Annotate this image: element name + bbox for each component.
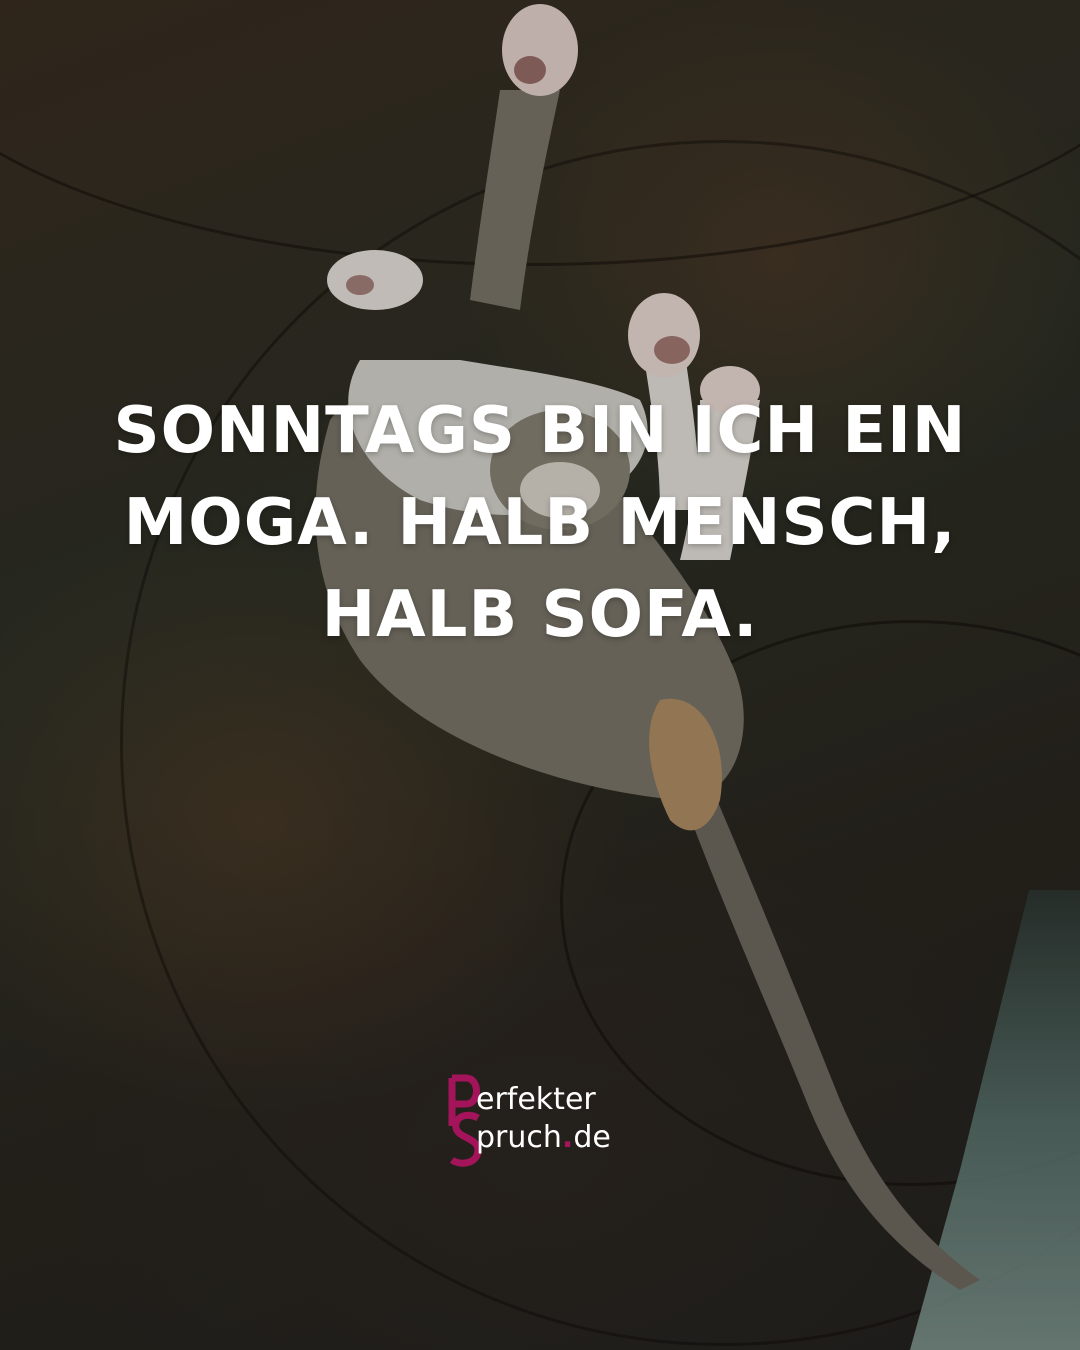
perfekter-spruch-logo: erfekter pruch.de	[448, 1074, 648, 1174]
logo-word-spruch: pruch	[476, 1120, 562, 1155]
quote-line-2: MOGA. HALB MENSCH,	[123, 486, 957, 560]
quote-line-1: SONNTAGS BIN ICH EIN	[113, 394, 967, 468]
quote-line-3: HALB SOFA.	[321, 578, 759, 652]
logo-word-de: de	[573, 1120, 611, 1155]
quote-text: SONNTAGS BIN ICH EIN MOGA. HALB MENSCH, …	[60, 385, 1020, 661]
logo-line-1: erfekter	[476, 1082, 596, 1117]
poster: SONNTAGS BIN ICH EIN MOGA. HALB MENSCH, …	[0, 0, 1080, 1350]
logo-dot: .	[561, 1120, 574, 1155]
logo-line-2: pruch.de	[476, 1120, 611, 1155]
